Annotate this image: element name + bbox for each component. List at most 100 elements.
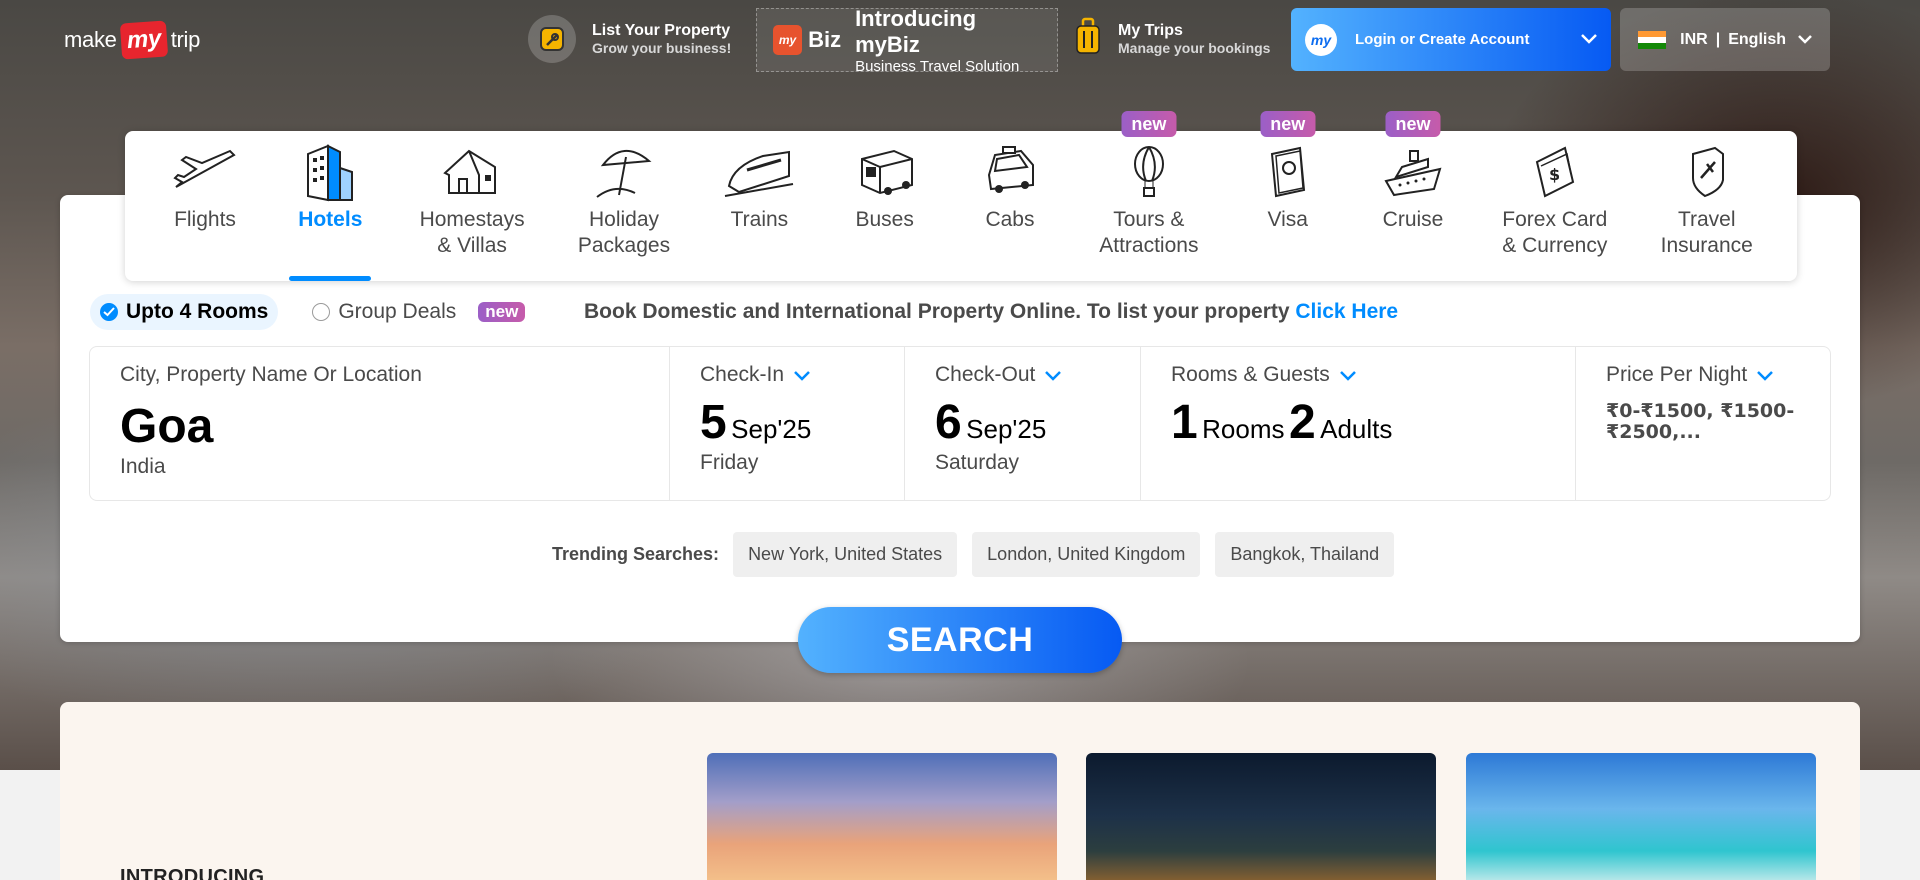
nav-hotels[interactable]: Hotels [289,131,372,281]
svg-text:$: $ [1549,165,1560,184]
promo-image-cabin[interactable] [1086,753,1436,880]
logo-my: my [119,20,168,60]
group-deals-label: Group Deals [338,300,457,323]
hotel-icon [294,143,366,202]
search-button[interactable]: SEARCH [798,607,1122,673]
promo-image-palace[interactable] [707,753,1057,880]
nav-forex-label: Forex Card & Currency [1502,208,1608,257]
price-field[interactable]: Price Per Night ₹0-₹1500, ₹1500-₹2500,..… [1576,347,1830,500]
makemytrip-logo[interactable]: make my trip [64,20,200,60]
city-country: India [120,455,166,478]
promo-message: Book Domestic and International Property… [584,300,1296,323]
radio-icon [312,303,331,321]
trending-chip[interactable]: Bangkok, Thailand [1215,532,1395,577]
rooms-guests-field[interactable]: Rooms & Guests 1 Rooms 2 Adults [1141,347,1576,500]
bus-icon [849,143,921,201]
city-field-label: City, Property Name Or Location [120,363,422,386]
mmt-avatar-icon: my [1305,23,1337,56]
upto-4-rooms-option[interactable]: Upto 4 Rooms [90,294,279,330]
locale-separator: | [1715,30,1721,48]
chevron-down-icon [1339,363,1356,387]
new-badge: new [1385,111,1441,137]
nav-homestays[interactable]: Homestays & Villas [420,131,525,281]
homestay-icon [436,143,508,201]
language-label: English [1728,30,1786,48]
nav-tours-label: Tours & Attractions [1099,208,1199,257]
checkout-weekday: Saturday [935,451,1020,474]
promo-text: Book Domestic and International Property… [584,300,1398,324]
rooms-label: Rooms [1202,414,1285,444]
checkin-weekday: Friday [700,451,759,474]
checkout-field[interactable]: Check-Out 6 Sep'25 Saturday [905,347,1141,500]
forex-icon: $ [1519,143,1591,201]
price-label: Price Per Night [1606,363,1748,386]
nav-cruise[interactable]: new Cruise [1377,111,1449,281]
trending-searches: Trending Searches: New York, United Stat… [552,532,1409,577]
nav-insurance[interactable]: Travel Insurance [1661,131,1753,281]
checkout-label: Check-Out [935,363,1036,386]
city-value: Goa [120,400,214,453]
nav-tours[interactable]: new Tours & Attractions [1099,111,1199,281]
currency-label: INR [1680,30,1708,48]
city-field[interactable]: City, Property Name Or Location Goa Indi… [90,347,670,500]
click-here-link[interactable]: Click Here [1295,300,1398,323]
nav-buses-label: Buses [855,208,914,231]
nav-holiday-label: Holiday Packages [577,208,671,257]
login-label: Login or Create Account [1355,31,1530,48]
room-options: Upto 4 Rooms Group Deals new [90,294,526,330]
nav-trains[interactable]: Trains [723,131,795,281]
nav-forex[interactable]: $ Forex Card & Currency [1502,131,1607,281]
mybiz-link[interactable]: my Biz Introducing myBiz Business Travel… [756,5,1058,75]
checkin-field[interactable]: Check-In 5 Sep'25 Friday [670,347,905,500]
mybiz-badge-icon: my [773,25,803,55]
nav-visa[interactable]: new Visa [1252,111,1324,281]
checkin-month: Sep'25 [731,414,812,444]
nav-insurance-label: Travel Insurance [1660,208,1753,257]
cab-icon [974,143,1046,201]
mybiz-title: Introducing myBiz [855,5,977,57]
chevron-down-icon [794,363,810,387]
passport-icon [1252,143,1324,201]
logo-make: make [64,27,117,52]
list-property-link[interactable]: List Your Property Grow your business! [528,14,731,64]
checkout-month: Sep'25 [966,414,1047,444]
nav-cruise-label: Cruise [1382,208,1444,231]
suitcase-icon [1074,17,1102,62]
nav-cabs[interactable]: Cabs [974,131,1046,281]
plane-icon [169,143,241,201]
insurance-icon [1671,143,1743,201]
balloon-icon [1113,143,1185,201]
chevron-down-icon [1045,363,1062,387]
chevron-down-icon [1757,363,1774,387]
my-trips-title: My Trips [1118,22,1183,39]
list-property-subtitle: Grow your business! [592,40,732,56]
mybiz-wordmark: Biz [808,27,842,52]
mybiz-subtitle: Business Travel Solution [855,57,1020,75]
nav-homestays-label: Homestays & Villas [419,208,525,257]
promo-image-beach[interactable] [1466,753,1816,880]
ship-icon [1377,143,1449,201]
nav-buses[interactable]: Buses [849,131,921,281]
nav-flights[interactable]: Flights [169,131,241,281]
new-badge: new [1121,111,1177,137]
checkin-label: Check-In [700,363,785,386]
group-deals-option[interactable]: Group Deals [302,294,466,330]
login-button[interactable]: my Login or Create Account [1291,8,1611,71]
new-badge: new [1260,111,1316,137]
list-property-title: List Your Property [592,22,731,39]
my-trips-subtitle: Manage your bookings [1118,40,1271,56]
chevron-down-icon [1581,31,1597,48]
chevron-down-icon [1798,31,1812,49]
nav-trains-label: Trains [730,208,789,231]
trending-chip[interactable]: New York, United States [733,532,958,577]
check-circle-icon [100,303,118,321]
nav-holiday-packages[interactable]: Holiday Packages [578,131,670,281]
trending-chip[interactable]: London, United Kingdom [972,532,1201,577]
nav-cabs-label: Cabs [985,208,1035,231]
my-trips-link[interactable]: My Trips Manage your bookings [1074,14,1270,64]
train-icon [723,143,795,201]
property-icon [528,15,576,63]
currency-language-selector[interactable]: INR | English [1620,8,1830,71]
product-nav: Flights Hotels Homestays & Villas Holida… [125,111,1797,281]
nav-flights-label: Flights [174,208,236,231]
